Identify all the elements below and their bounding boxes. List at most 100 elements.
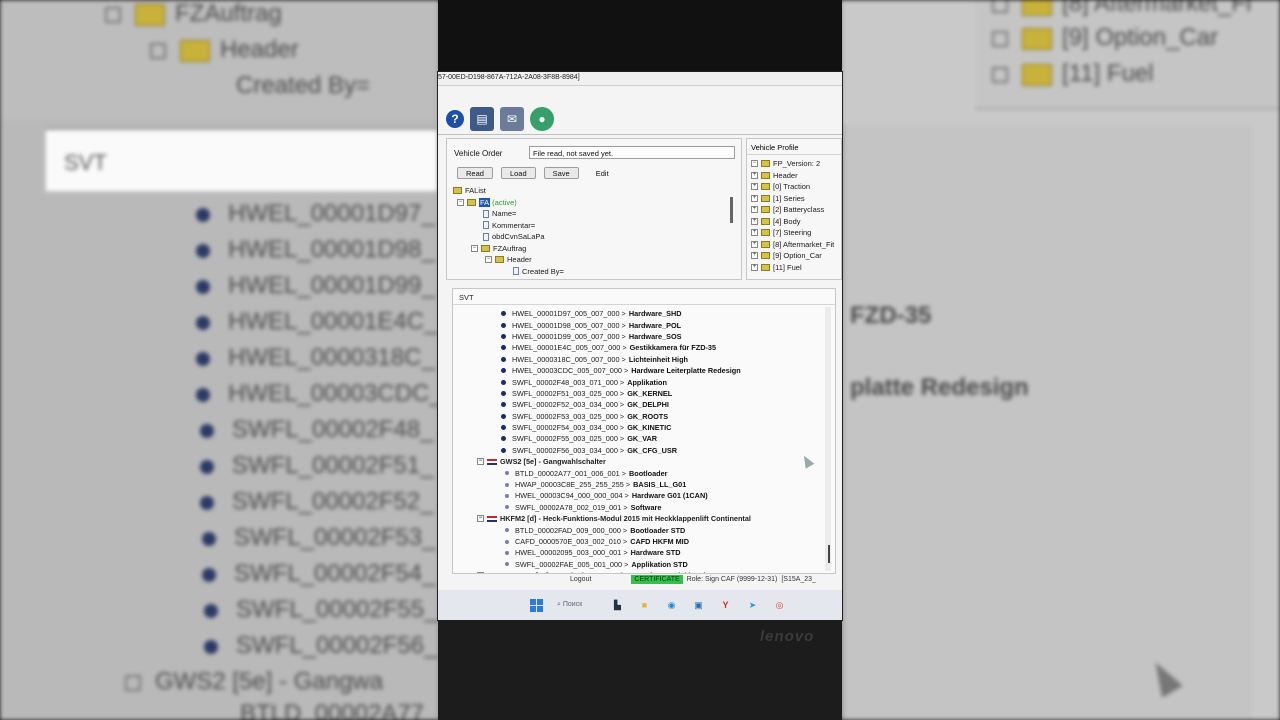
collapse-icon[interactable]: −	[457, 198, 464, 206]
svt-row[interactable]: HWAP_00003C8E_255_255_255 > BASIS_LL_G01	[453, 479, 825, 490]
save-button[interactable]: Save	[543, 167, 579, 179]
store-icon[interactable]: ▣	[692, 599, 705, 612]
tree-node-falist[interactable]: FAList	[453, 185, 733, 197]
edge-browser-icon[interactable]: ◉	[665, 599, 678, 612]
stamp-icon[interactable]: ●	[530, 107, 554, 131]
tree-node[interactable]: + [0] Traction	[751, 181, 837, 193]
svt-row[interactable]: HWEL_00003CDC_005_007_000 > Hardware Leit…	[453, 365, 825, 376]
tree-node-obd[interactable]: obdCvnSaLaPa	[453, 231, 733, 243]
folder-icon	[495, 256, 504, 264]
svt-row[interactable]: HWEL_00001D99_005_007_000 > Hardware_SOS	[453, 331, 825, 342]
tree-node[interactable]: + [11] Fuel	[751, 262, 837, 274]
svt-row[interactable]: HWEL_0000318C_005_007_000 > Lichteinheit …	[453, 354, 825, 365]
svt-row[interactable]: BTLD_00002FAD_009_000_000 > Bootloader ST…	[453, 524, 825, 535]
collapse-icon[interactable]: −	[485, 256, 492, 264]
ecu-flag-icon	[487, 458, 497, 465]
svt-ecu-group[interactable]: − HKFM2 [d] - Heck-Funktions-Modul 2015 m…	[453, 513, 825, 524]
svt-row[interactable]: SWFL_00002F54_003_034_000 > GK_KINETIC	[453, 422, 825, 433]
folder-icon	[453, 187, 462, 195]
svt-ecu-group[interactable]: − GWS2 [5e] - Gangwahlschalter	[453, 456, 825, 467]
expand-icon[interactable]: +	[751, 252, 758, 260]
yandex-icon[interactable]: Y	[719, 599, 732, 612]
edit-button[interactable]: Edit	[587, 167, 618, 179]
load-button[interactable]: Load	[500, 167, 536, 179]
collapse-icon[interactable]: −	[471, 244, 478, 252]
expand-icon[interactable]: +	[751, 183, 758, 191]
task-view-icon[interactable]: ▙	[611, 599, 624, 612]
expand-icon[interactable]: +	[751, 194, 758, 202]
expand-icon[interactable]: +	[751, 229, 758, 237]
chrome-icon[interactable]: ◎	[773, 599, 786, 612]
taskbar-search[interactable]: ⌕ Поиск	[557, 601, 597, 609]
svt-row[interactable]: HWEL_00001D97_005_007_000 > Hardware_SHD	[453, 308, 825, 319]
svt-row[interactable]: SWFL_00002F56_003_034_000 > GK_CFG_USR	[453, 445, 825, 456]
tree-node[interactable]: + [9] Option_Car	[751, 250, 837, 262]
tree-node-created-by[interactable]: Created By=	[453, 266, 733, 278]
help-icon[interactable]: ?	[446, 110, 464, 128]
ecu-bullet-icon	[501, 356, 506, 362]
file-explorer-icon[interactable]: ■	[638, 599, 651, 612]
folder-icon	[761, 240, 770, 248]
bg-svt-header: SVT	[45, 128, 438, 192]
svt-list: HWEL_00001D97_005_007_000 > Hardware_SHD H…	[453, 308, 825, 573]
tree-node-fzauftrag[interactable]: − FZAuftrag	[453, 243, 733, 255]
scrollbar[interactable]	[825, 307, 831, 571]
svt-panel: SVT HWEL_00001D97_005_007_000 > Hardware_…	[452, 288, 836, 574]
tree-node-fp-version[interactable]: − FP_Version: 2	[751, 158, 837, 170]
scrollbar-thumb[interactable]	[828, 545, 830, 563]
svt-row[interactable]: HWEL_00001E4C_005_007_000 > Gestikkamera …	[453, 342, 825, 353]
svt-part-id: SWFL_00002FAE_005_001_000 >	[515, 559, 629, 569]
document-icon[interactable]: ▤	[470, 107, 494, 131]
ecu-bullet-icon	[501, 390, 506, 396]
svt-row[interactable]: BTLD_00002A77_001_006_001 > Bootloader	[453, 467, 825, 478]
expand-icon[interactable]: +	[751, 263, 758, 271]
expand-icon[interactable]: +	[751, 171, 758, 179]
tree-node[interactable]: + [2] Batteryclass	[751, 204, 837, 216]
tree-node[interactable]: + [4] Body	[751, 216, 837, 228]
fa-tree: FAList − FA (active) Name= Kommentar= obdC…	[453, 185, 733, 277]
svt-part-name: Hardware_SHD	[628, 309, 682, 319]
svt-row[interactable]: HWEL_00003C94_000_000_004 > Hardware G01 …	[453, 490, 825, 501]
collapse-icon[interactable]: −	[477, 515, 484, 523]
svt-part-id: SWFL_00002F48_003_071_000 >	[512, 377, 625, 387]
svt-part-id: HWEL_00001D97_005_007_000 >	[512, 309, 626, 319]
windows-start-icon[interactable]	[530, 598, 543, 612]
svt-row[interactable]: SWFL_00002A78_002_019_001 > Software	[453, 502, 825, 513]
tree-node-name[interactable]: Name=	[453, 208, 733, 220]
telegram-icon[interactable]: ➤	[746, 599, 759, 612]
tree-node-header[interactable]: − Header	[453, 254, 733, 266]
svt-row[interactable]: SWFL_00002F48_003_071_000 > Applikation	[453, 376, 825, 387]
tree-node-kommentar[interactable]: Kommentar=	[453, 220, 733, 232]
svt-row[interactable]: HWEL_00002095_003_000_001 > Hardware STD	[453, 547, 825, 558]
collapse-icon[interactable]: −	[751, 160, 758, 168]
mail-icon[interactable]: ✉	[500, 107, 524, 131]
expand-icon[interactable]: +	[751, 240, 758, 248]
tree-node[interactable]: + [8] Aftermarket_Fit	[751, 239, 837, 251]
ecu-bullet-icon	[501, 402, 506, 408]
expand-icon[interactable]: +	[751, 206, 758, 214]
logout-link[interactable]: Logout	[570, 576, 591, 583]
scrollbar[interactable]	[730, 197, 733, 223]
svt-row[interactable]: SWFL_00002F51_003_025_000 > GK_KERNEL	[453, 388, 825, 399]
svt-row[interactable]: SWFL_00002F53_003_025_000 > GK_ROOTS	[453, 411, 825, 422]
svt-row[interactable]: HWEL_00001D98_005_007_000 > Hardware_POL	[453, 319, 825, 330]
svt-part-id: HWAP_00003C8E_255_255_255 >	[515, 480, 631, 490]
tree-node[interactable]: + [7] Steering	[751, 227, 837, 239]
collapse-icon[interactable]: −	[477, 458, 484, 466]
vehicle-order-status-field[interactable]: File read, not saved yet.	[529, 146, 735, 159]
svt-row[interactable]: SWFL_00002F55_003_025_000 > GK_VAR	[453, 433, 825, 444]
svt-row[interactable]: SWFL_00002F52_003_034_000 > GK_DELPHI	[453, 399, 825, 410]
divider	[438, 134, 842, 135]
svt-part-name: GK_KINETIC	[627, 423, 672, 433]
vehicle-profile-label: Vehicle Profile	[747, 139, 841, 155]
svt-row[interactable]: SWFL_00002FAE_005_001_000 > Applikation S…	[453, 559, 825, 570]
tree-node[interactable]: + Header	[751, 170, 837, 182]
svt-row[interactable]: CAFD_0000570E_003_002_010 > CAFD HKFM MID	[453, 536, 825, 547]
read-button[interactable]: Read	[457, 167, 493, 179]
ecu-bullet-icon	[501, 447, 506, 453]
bg-line: HWEL_00001D99_	[196, 272, 435, 300]
svt-part-id: HWEL_00001D99_005_007_000 >	[512, 331, 626, 341]
tree-node-fa[interactable]: − FA (active)	[453, 197, 733, 209]
expand-icon[interactable]: +	[751, 217, 758, 225]
tree-node[interactable]: + [1] Series	[751, 193, 837, 205]
